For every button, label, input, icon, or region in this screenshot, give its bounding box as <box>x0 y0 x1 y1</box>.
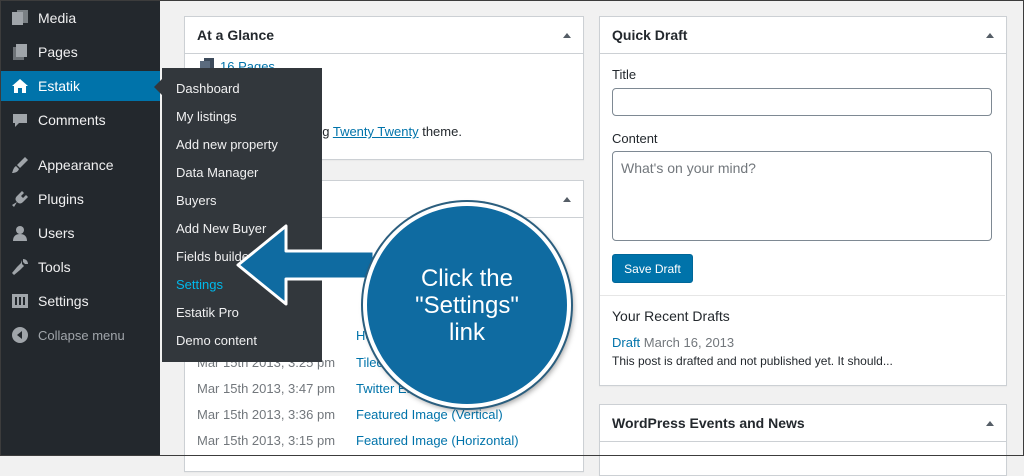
sidebar-item-label: Plugins <box>38 191 84 207</box>
estatik-submenu: Dashboard My listings Add new property D… <box>162 68 322 362</box>
submenu-item-my-listings[interactable]: My listings <box>176 105 237 129</box>
submenu-item-estatik-pro[interactable]: Estatik Pro <box>176 301 239 325</box>
sidebar-item-label: Comments <box>38 112 106 128</box>
paintbrush-icon <box>10 155 30 175</box>
active-menu-pointer <box>154 79 162 95</box>
callout-line: Click the <box>420 264 513 292</box>
collapse-icon <box>10 325 30 345</box>
wrench-icon <box>10 257 30 277</box>
plugin-icon <box>10 189 30 209</box>
draft-link[interactable]: Draft <box>612 335 640 350</box>
recent-drafts-heading: Your Recent Drafts <box>612 308 730 324</box>
sidebar-item-label: Users <box>38 225 75 241</box>
title-label: Title <box>612 67 637 82</box>
sidebar-item-tools[interactable]: Tools <box>0 252 160 282</box>
widget-title: At a Glance <box>197 27 275 43</box>
sidebar-item-label: Estatik <box>38 78 81 94</box>
sidebar-item-label: Media <box>38 10 77 26</box>
draft-content-textarea[interactable]: What's on your mind? <box>612 151 992 241</box>
sidebar-item-estatik[interactable]: Estatik <box>0 71 160 101</box>
submenu-item-demo-content[interactable]: Demo content <box>176 329 257 353</box>
sidebar-item-label: Collapse menu <box>38 327 125 343</box>
activity-date: Mar 15th 2013, 3:47 pm <box>197 381 336 396</box>
sidebar-item-settings[interactable]: Settings <box>0 286 160 316</box>
collapse-toggle-icon[interactable] <box>986 420 994 426</box>
sidebar-item-label: Appearance <box>38 157 114 173</box>
admin-sidebar: Media Pages Estatik Comments Appearance … <box>0 0 160 456</box>
draft-date: March 16, 2013 <box>643 335 735 350</box>
draft-excerpt: This post is drafted and not published y… <box>612 354 893 368</box>
collapse-menu-button[interactable]: Collapse menu <box>0 320 160 350</box>
widget-title: WordPress Events and News <box>612 415 805 431</box>
activity-post-link[interactable]: Featured Image (Horizontal) <box>356 433 519 448</box>
save-draft-button[interactable]: Save Draft <box>612 254 693 283</box>
widget-title: Quick Draft <box>612 27 688 43</box>
callout-bubble: Click the "Settings" link <box>363 202 571 408</box>
activity-date: Mar 15th 2013, 3:15 pm <box>197 433 336 448</box>
collapse-toggle-icon[interactable] <box>986 32 994 38</box>
submenu-item-settings[interactable]: Settings <box>176 273 223 297</box>
widget-header: WordPress Events and News <box>600 405 1006 442</box>
widget-header: Quick Draft <box>600 17 1006 54</box>
sidebar-item-users[interactable]: Users <box>0 218 160 248</box>
submenu-item-dashboard[interactable]: Dashboard <box>176 77 240 101</box>
callout-line: link <box>448 318 485 346</box>
submenu-item-add-new-property[interactable]: Add new property <box>176 133 278 157</box>
theme-link[interactable]: Twenty Twenty <box>333 124 419 139</box>
sidebar-item-label: Settings <box>38 293 89 309</box>
callout-arrow-icon <box>236 224 376 306</box>
submenu-item-buyers[interactable]: Buyers <box>176 189 216 213</box>
draft-title-input[interactable] <box>612 88 992 116</box>
sidebar-item-plugins[interactable]: Plugins <box>0 184 160 214</box>
house-icon <box>10 76 30 96</box>
users-icon <box>10 223 30 243</box>
divider <box>600 295 1005 296</box>
collapse-toggle-icon[interactable] <box>563 32 571 38</box>
activity-post-link[interactable]: Featured Image (Vertical) <box>356 407 503 422</box>
activity-date: Mar 15th 2013, 3:36 pm <box>197 407 336 422</box>
glance-theme-text: ng Twenty Twenty theme. <box>315 124 462 139</box>
sidebar-item-media[interactable]: Media <box>0 3 160 33</box>
settings-icon <box>10 291 30 311</box>
sidebar-item-pages[interactable]: Pages <box>0 37 160 67</box>
sidebar-item-label: Pages <box>38 44 78 60</box>
pages-icon <box>10 42 30 62</box>
callout-line: "Settings" <box>415 291 519 319</box>
content-label: Content <box>612 131 658 146</box>
collapse-toggle-icon[interactable] <box>563 196 571 202</box>
sidebar-item-appearance[interactable]: Appearance <box>0 150 160 180</box>
comment-bubble-icon <box>10 110 30 130</box>
wordpress-events-widget: WordPress Events and News <box>599 404 1007 476</box>
submenu-item-data-manager[interactable]: Data Manager <box>176 161 258 185</box>
theme-text-suffix: theme. <box>418 124 462 139</box>
draft-entry: Draft March 16, 2013 <box>612 335 734 350</box>
sidebar-item-label: Tools <box>38 259 71 275</box>
media-icon <box>10 8 30 28</box>
widget-header: At a Glance <box>185 17 583 54</box>
sidebar-item-comments[interactable]: Comments <box>0 105 160 135</box>
